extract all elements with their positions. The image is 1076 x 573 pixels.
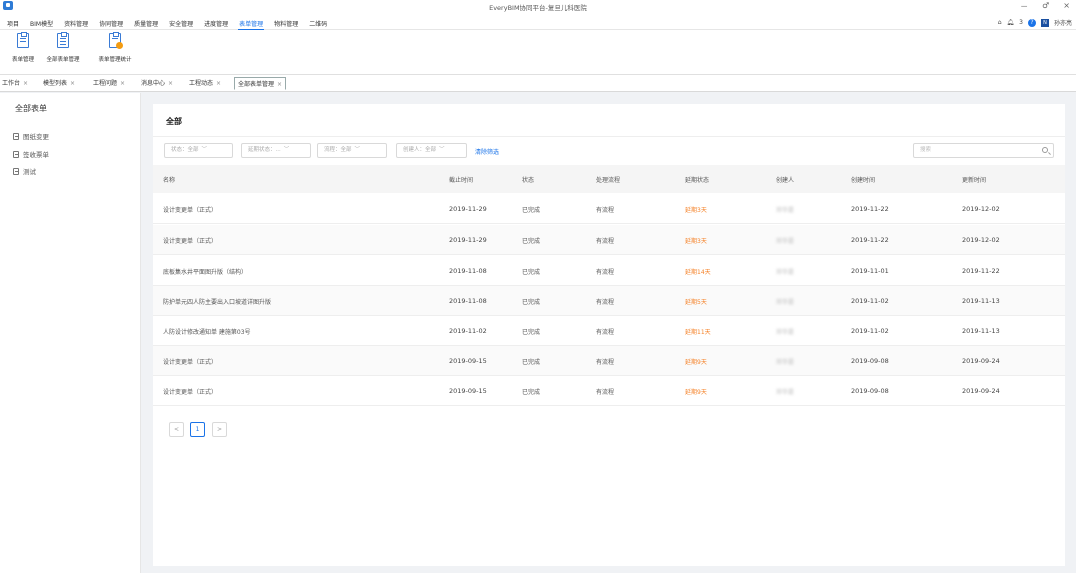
tab-issues[interactable]: 工程问题 ×	[93, 78, 125, 87]
minimize-button[interactable]: －	[1020, 1, 1028, 12]
tab-dynamics[interactable]: 工程动态 ×	[189, 78, 221, 87]
form-stats-button[interactable]: 表单管理统计	[93, 32, 137, 63]
close-icon[interactable]: ×	[23, 80, 28, 87]
close-icon[interactable]: ×	[216, 80, 221, 87]
home-icon[interactable]: ⌂	[998, 19, 1002, 26]
window-controls: － ♂ ×	[1020, 1, 1070, 12]
avatar[interactable]: N	[1040, 18, 1049, 27]
chevron-down-icon: ﹀	[283, 147, 290, 153]
form-edit-icon	[17, 32, 29, 48]
form-icon	[13, 132, 19, 140]
tab-messages[interactable]: 消息中心 ×	[141, 78, 173, 87]
all-forms-manage-button[interactable]: 全部表单管理	[42, 32, 84, 63]
menu-item-project[interactable]: 项目	[6, 18, 20, 30]
column-header-created[interactable]: 创建时间	[851, 175, 875, 184]
close-icon[interactable]: ×	[70, 80, 75, 87]
column-header-deadline[interactable]: 截止时间	[449, 175, 473, 184]
menu-item-forms[interactable]: 表单管理	[238, 18, 265, 30]
close-icon[interactable]: ×	[120, 80, 125, 87]
title-bar: EveryBIM协同平台-复旦儿科医院 － ♂ ×	[0, 0, 1076, 16]
panel-title: 全部表单	[15, 104, 47, 113]
menu-item-documents[interactable]: 资料管理	[63, 18, 89, 30]
tab-workbench[interactable]: 工作台 ×	[2, 78, 28, 87]
table-row[interactable]: 设计变更单（正式） 2019-11-29 已完成 有流程 延期3天 邓华是 20…	[153, 194, 1065, 224]
column-header-updated[interactable]: 更新时间	[962, 175, 986, 184]
document-tabs: 工作台 × 模型列表 × 工程问题 × 消息中心 × 工程动态 × 全部表单管理 ×	[0, 75, 1076, 92]
category-item-receipt[interactable]: 签收票单	[13, 149, 49, 159]
status-filter[interactable]: 状态：全部 ﹀	[164, 143, 233, 158]
window-title: EveryBIM协同平台-复旦儿科医院	[489, 4, 587, 12]
form-manage-button[interactable]: 表单管理	[6, 32, 40, 63]
notification-count: 3	[1019, 19, 1023, 26]
table-row[interactable]: 防护单元四人防主要出入口坡道详图升版 2019-11-08 已完成 有流程 延期…	[153, 286, 1065, 316]
page-title: 全部	[166, 117, 182, 126]
chevron-down-icon: ﹀	[439, 147, 445, 153]
table-row[interactable]: 设计变更单（正式） 2019-09-15 已完成 有流程 延期9天 邓华是 20…	[153, 346, 1065, 376]
chevron-down-icon: ﹀	[201, 147, 208, 153]
form-category-panel: 全部表单 图纸变更 签收票单 测试	[0, 93, 141, 573]
category-item-test[interactable]: 测试	[13, 166, 36, 176]
menu-item-bim-model[interactable]: BIM模型	[29, 18, 54, 30]
next-page-button[interactable]: >	[212, 422, 227, 437]
tab-model-list[interactable]: 模型列表 ×	[43, 78, 75, 87]
column-header-status[interactable]: 状态	[522, 175, 534, 184]
maximize-button[interactable]: ♂	[1042, 1, 1049, 12]
prev-page-button[interactable]: <	[169, 422, 184, 437]
table-row[interactable]: 设计变更单（正式） 2019-09-15 已完成 有流程 延期9天 邓华是 20…	[153, 376, 1065, 406]
creator-filter[interactable]: 创建人：全部 ﹀	[396, 143, 467, 158]
help-icon[interactable]: ?	[1027, 18, 1036, 27]
flow-filter[interactable]: 流程：全部 ﹀	[317, 143, 387, 158]
menu-item-safety[interactable]: 安全管理	[168, 18, 194, 30]
chevron-down-icon: ﹀	[354, 147, 361, 153]
column-header-delay[interactable]: 延期状态	[685, 175, 709, 184]
search-input[interactable]: 搜索	[913, 143, 1054, 158]
bell-icon[interactable]: 🔔︎	[1007, 19, 1015, 26]
page-1-button[interactable]: 1	[190, 422, 205, 437]
menu-item-collaboration[interactable]: 协同管理	[98, 18, 124, 30]
close-icon[interactable]: ×	[277, 81, 282, 88]
tab-all-forms[interactable]: 全部表单管理 ×	[234, 77, 287, 90]
table-row[interactable]: 底板集水井平面图升版（结构） 2019-11-08 已完成 有流程 延期14天 …	[153, 256, 1065, 286]
search-icon[interactable]	[1042, 147, 1048, 153]
menu-item-qrcode[interactable]: 二维码	[308, 18, 328, 30]
form-list-panel: 全部 状态：全部 ﹀ 延期状态：... ﹀ 流程：全部 ﹀ 创建人：全部 ﹀ 清除筛选 …	[153, 104, 1065, 566]
menu-item-quality[interactable]: 质量管理	[133, 18, 159, 30]
column-header-name[interactable]: 名称	[163, 175, 175, 184]
user-name[interactable]: 孙亦亮	[1054, 18, 1072, 27]
clear-filters-link[interactable]: 清除筛选	[475, 147, 499, 156]
column-header-flow[interactable]: 处理流程	[596, 175, 620, 184]
table-header: 名称 截止时间 状态 处理流程 延期状态 创建人 创建时间 更新时间	[153, 165, 1065, 193]
table-row[interactable]: 人防设计修改通知单 建施第03号 2019-11-02 已完成 有流程 延期11…	[153, 316, 1065, 346]
menu-item-schedule[interactable]: 进度管理	[203, 18, 229, 30]
ribbon-toolbar: 表单管理 全部表单管理 表单管理统计	[0, 30, 1076, 75]
document-icon	[13, 150, 19, 158]
table-row[interactable]: 设计变更单（正式） 2019-11-29 已完成 有流程 延期3天 邓华是 20…	[153, 225, 1065, 255]
menu-item-materials[interactable]: 物料管理	[273, 18, 299, 30]
delay-status-filter[interactable]: 延期状态：... ﹀	[241, 143, 311, 158]
form-stats-icon	[109, 32, 123, 49]
close-icon[interactable]: ×	[168, 80, 173, 87]
form-icon	[13, 167, 19, 175]
close-window-button[interactable]: ×	[1063, 1, 1070, 12]
category-item-drawing-change[interactable]: 图纸变更	[13, 131, 49, 141]
column-header-creator[interactable]: 创建人	[776, 175, 794, 184]
divider	[153, 136, 1065, 137]
form-list-icon	[57, 32, 69, 48]
menu-bar: 项目 BIM模型 资料管理 协同管理 质量管理 安全管理 进度管理 表单管理 物…	[0, 16, 1076, 30]
